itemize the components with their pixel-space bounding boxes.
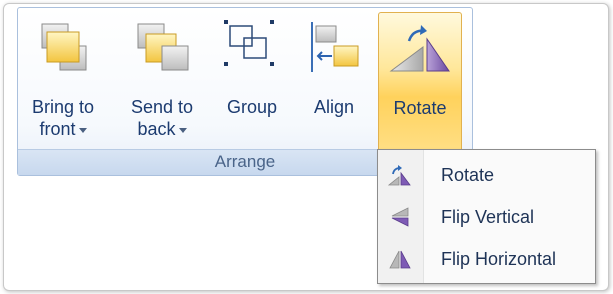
dropdown-arrow-icon xyxy=(178,127,187,133)
send-to-back-label: Send to back xyxy=(118,96,206,140)
bring-to-front-line1: Bring to xyxy=(31,97,95,117)
send-to-back-line2-row: back xyxy=(118,118,206,140)
menu-item-flip-vertical[interactable]: Flip Vertical xyxy=(378,197,595,237)
menu-item-flip-horizontal-label: Flip Horizontal xyxy=(441,249,557,269)
group-button[interactable]: Group xyxy=(214,12,290,155)
rotate-label: Rotate xyxy=(393,98,447,118)
send-to-back-button[interactable]: Send to back xyxy=(118,12,206,154)
send-to-back-line1: Send to xyxy=(130,97,194,117)
rotate-icon xyxy=(379,19,461,77)
bring-to-front-button[interactable]: Bring to front xyxy=(20,12,106,154)
flip-horizontal-icon xyxy=(388,248,412,270)
bring-to-front-line2-row: front xyxy=(20,118,106,140)
rotate-icon xyxy=(387,164,412,186)
flip-vertical-icon xyxy=(388,206,412,228)
align-button[interactable]: Align xyxy=(298,12,370,155)
group-arrow-row xyxy=(214,140,290,155)
group-label: Group xyxy=(226,97,278,117)
menu-item-flip-vertical-label: Flip Vertical xyxy=(441,207,535,227)
bring-to-front-label: Bring to front xyxy=(20,96,106,140)
group-icon xyxy=(214,18,290,76)
send-to-back-line2: back xyxy=(137,119,176,139)
rotate-dropdown-menu: Rotate Flip Vertical Flip Horizontal xyxy=(377,149,596,284)
send-to-back-icon xyxy=(118,18,206,76)
menu-item-flip-horizontal[interactable]: Flip Horizontal xyxy=(378,239,595,279)
menu-item-rotate-label: Rotate xyxy=(441,165,495,185)
dropdown-arrow-icon xyxy=(78,127,87,133)
rotate-arrow-row xyxy=(379,141,461,156)
align-arrow-row xyxy=(298,140,370,155)
menu-item-rotate[interactable]: Rotate xyxy=(378,155,595,195)
align-label: Align xyxy=(313,97,355,117)
bring-to-front-line2: front xyxy=(39,119,76,139)
rotate-button[interactable]: Rotate xyxy=(378,12,462,156)
align-icon xyxy=(298,18,370,76)
bring-to-front-icon xyxy=(20,18,106,76)
screenshot-stage: Bring to front Send to back Group Align … xyxy=(0,0,613,294)
